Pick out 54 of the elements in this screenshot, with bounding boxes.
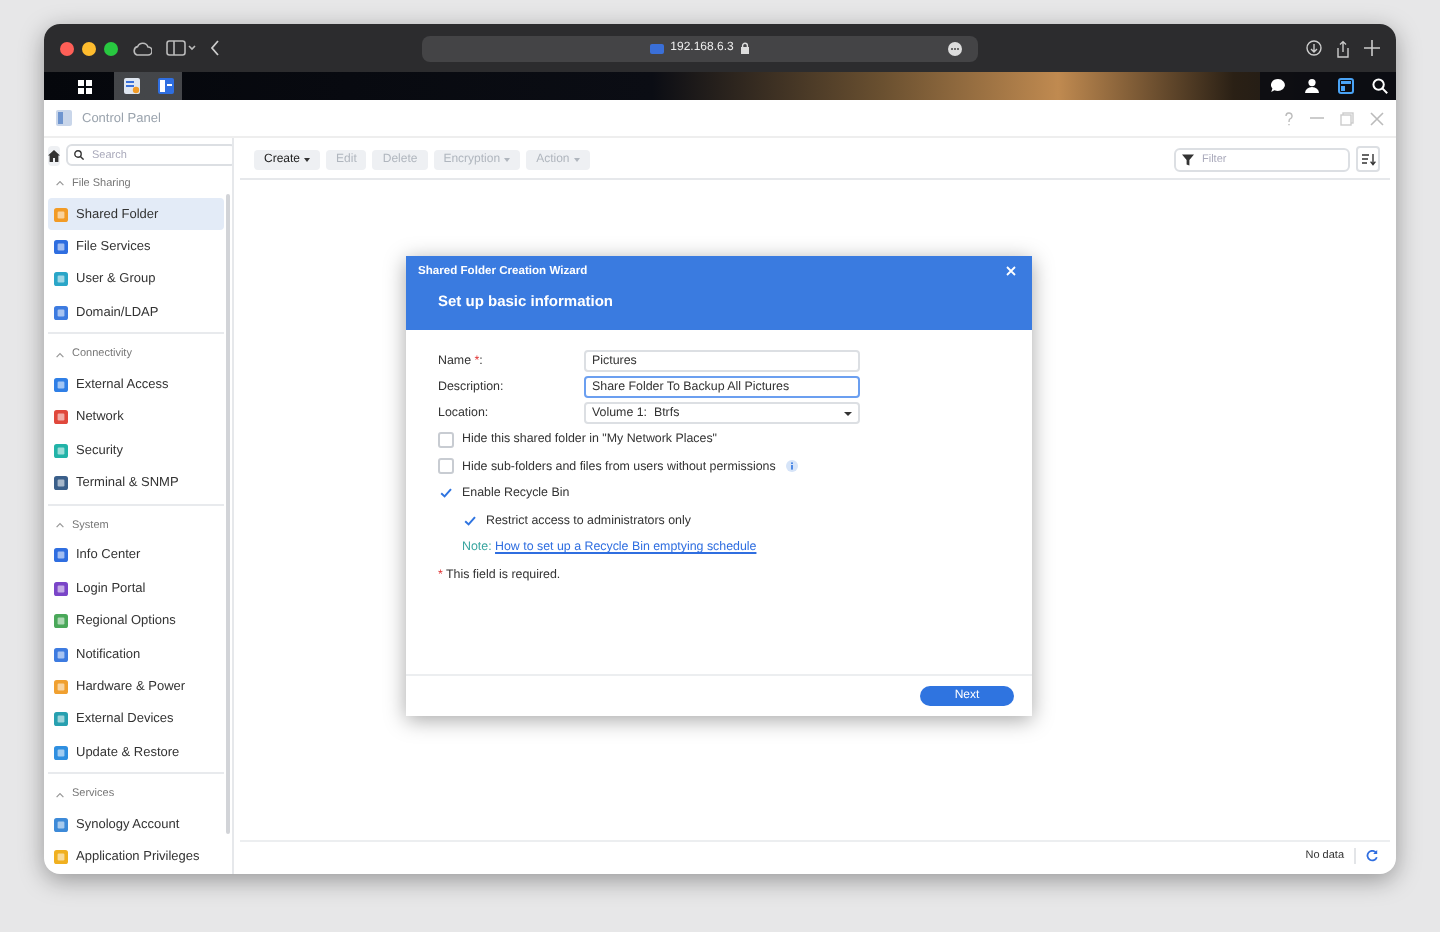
app-icon xyxy=(54,679,68,694)
widget-icon[interactable] xyxy=(1337,78,1353,94)
app-icon xyxy=(54,443,68,458)
caret-icon xyxy=(573,157,580,161)
app-icon xyxy=(54,207,68,222)
checkbox[interactable] xyxy=(438,431,454,448)
caret-icon xyxy=(504,157,511,161)
chevron-icon xyxy=(56,791,64,798)
app-icon xyxy=(54,410,68,425)
site-icon xyxy=(650,43,665,53)
caret-icon xyxy=(844,411,852,415)
app-icon xyxy=(54,548,68,563)
sidebar-toggle-icon[interactable] xyxy=(166,40,196,56)
download-icon[interactable] xyxy=(1306,40,1322,56)
app-icon xyxy=(54,581,68,596)
filter-icon xyxy=(1182,153,1194,165)
app-icon xyxy=(54,647,68,662)
info-icon[interactable] xyxy=(785,460,798,473)
app-icon xyxy=(54,272,68,287)
sort-button[interactable] xyxy=(1356,146,1380,172)
app-icon xyxy=(54,614,68,629)
user-icon[interactable] xyxy=(1303,78,1319,94)
app-icon[interactable] xyxy=(157,78,173,94)
app-icon[interactable] xyxy=(123,78,139,94)
app-icon xyxy=(54,817,68,832)
new-tab-icon[interactable] xyxy=(1364,40,1380,56)
search-icon[interactable] xyxy=(1371,78,1387,94)
app-icon xyxy=(54,305,68,320)
control-panel-icon xyxy=(56,110,72,126)
app-icon xyxy=(54,378,68,393)
chevron-icon xyxy=(56,180,64,187)
refresh-icon[interactable] xyxy=(1366,850,1378,862)
chat-icon[interactable] xyxy=(1269,78,1285,94)
search-icon xyxy=(74,150,84,160)
chevron-icon xyxy=(56,522,64,529)
more-icon[interactable] xyxy=(948,41,962,55)
main-menu-icon[interactable] xyxy=(78,79,92,93)
home-icon xyxy=(48,149,60,161)
share-icon[interactable] xyxy=(1336,39,1350,57)
app-icon xyxy=(54,850,68,865)
app-icon xyxy=(54,240,68,254)
home-button[interactable] xyxy=(48,145,60,165)
chevron-icon xyxy=(56,351,64,358)
caret-icon xyxy=(304,157,311,161)
app-icon xyxy=(54,476,68,491)
checkmark-icon xyxy=(440,488,452,499)
checkbox[interactable] xyxy=(438,458,454,475)
app-icon xyxy=(54,712,68,727)
back-icon[interactable] xyxy=(210,40,220,56)
checkmark-icon xyxy=(464,515,476,526)
lock-icon xyxy=(739,42,750,54)
sort-icon xyxy=(1361,153,1375,165)
cloud-icon[interactable] xyxy=(132,41,152,55)
app-icon xyxy=(54,745,68,760)
